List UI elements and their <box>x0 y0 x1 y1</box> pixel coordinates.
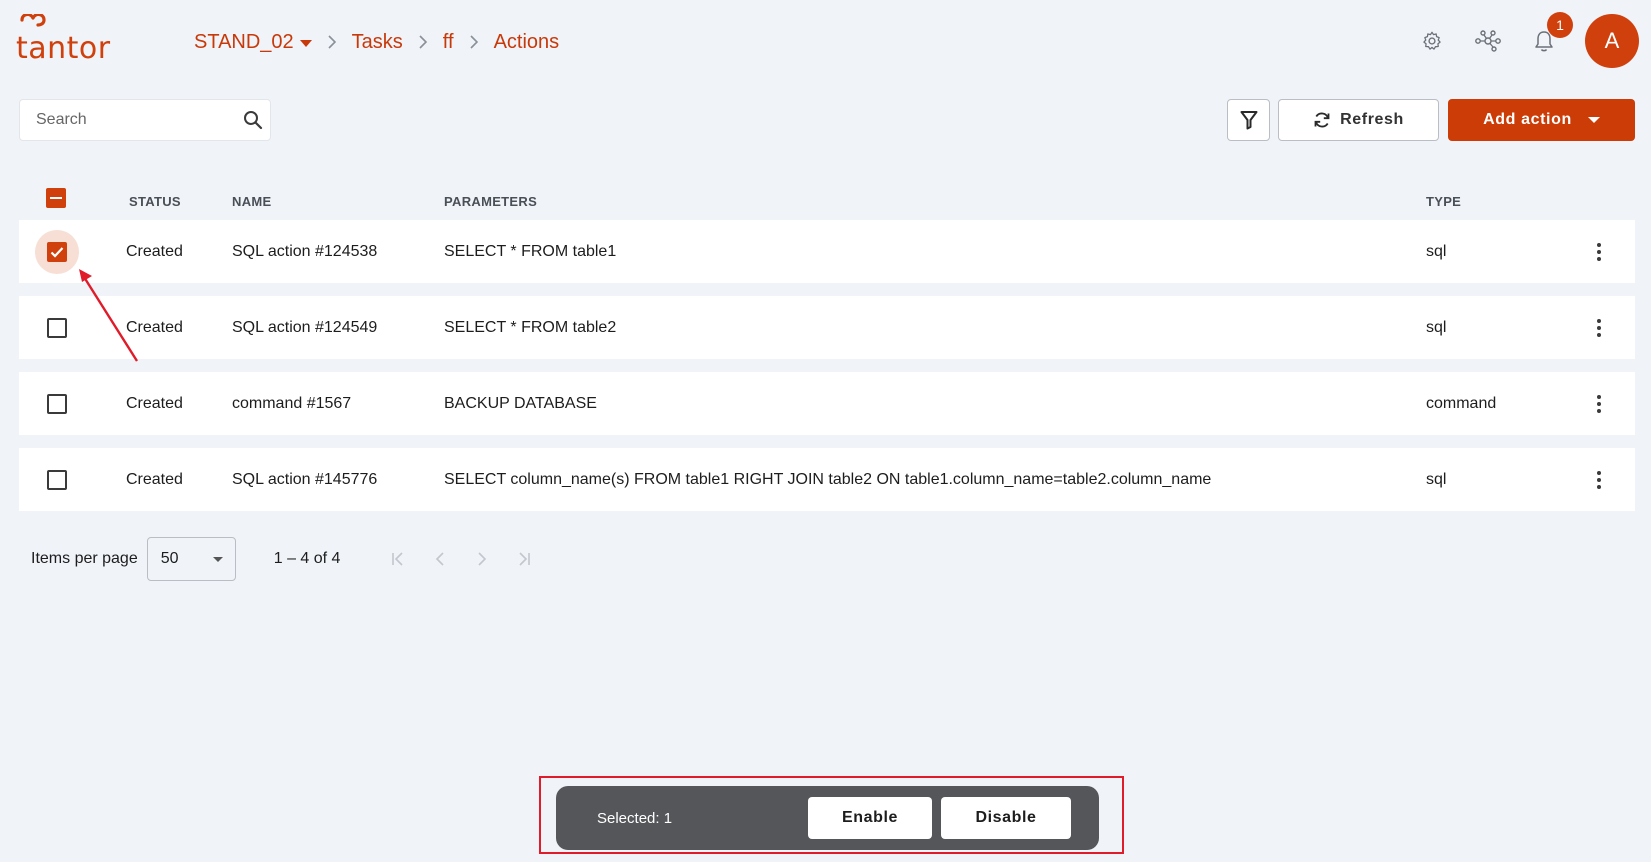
breadcrumb-tasks[interactable]: Tasks <box>352 31 403 54</box>
row-status: Created <box>126 242 183 260</box>
row-parameters: SELECT * FROM table2 <box>444 318 617 336</box>
row-checkbox[interactable] <box>47 241 67 262</box>
column-header-type[interactable]: TYPE <box>1426 194 1461 209</box>
row-name: SQL action #124538 <box>232 242 378 260</box>
caret-down-icon <box>299 39 312 47</box>
column-header-status[interactable]: STATUS <box>129 194 181 209</box>
caret-down-icon <box>1587 117 1600 123</box>
breadcrumb-actions[interactable]: Actions <box>494 31 560 54</box>
refresh-button[interactable]: Refresh <box>1278 99 1439 141</box>
network-icon[interactable] <box>1473 26 1503 56</box>
select-all-checkbox[interactable] <box>46 188 66 208</box>
next-page-icon[interactable] <box>472 549 492 569</box>
row-status: Created <box>126 394 183 412</box>
chevron-right-icon <box>418 35 428 49</box>
row-select-cell <box>47 296 67 359</box>
page-range-label: 1 – 4 of 4 <box>273 550 341 567</box>
breadcrumb-actions-label: Actions <box>493 30 560 53</box>
row-checkbox-halo <box>35 229 79 274</box>
row-select-cell <box>47 372 67 435</box>
filter-icon <box>1240 111 1257 130</box>
selected-count-label: Selected: 1 <box>597 809 673 827</box>
checkmark-icon <box>50 246 64 258</box>
row-name: SQL action #145776 <box>232 470 378 488</box>
row-select-cell <box>47 448 67 511</box>
add-action-button[interactable]: Add action <box>1448 99 1635 141</box>
breadcrumb: STAND_02 Tasks ff Actions <box>194 28 559 56</box>
row-parameters: BACKUP DATABASE <box>444 394 597 412</box>
search-box <box>19 99 271 141</box>
breadcrumb-stand-label: STAND_02 <box>194 30 294 53</box>
row-status: Created <box>126 318 183 336</box>
row-type: sql <box>1426 470 1447 488</box>
row-type: sql <box>1426 318 1447 336</box>
refresh-label: Refresh <box>1340 111 1404 128</box>
header-actions: 1 A <box>1391 12 1639 68</box>
enable-button[interactable]: Enable <box>808 797 932 839</box>
row-name: command #1567 <box>232 394 352 412</box>
paginator: Items per page 50 1 – 4 of 4 <box>31 537 534 581</box>
breadcrumb-ff[interactable]: ff <box>443 31 454 54</box>
row-type: sql <box>1426 242 1447 260</box>
row-type: command <box>1426 394 1497 412</box>
breadcrumb-stand[interactable]: STAND_02 <box>194 31 312 54</box>
chevron-right-icon <box>327 35 337 49</box>
table-row[interactable]: Created SQL action #124538 SELECT * FROM t… <box>19 220 1635 283</box>
more-vertical-icon[interactable] <box>1589 315 1609 341</box>
table-row[interactable]: Created SQL action #124549 SELECT * FROM t… <box>19 296 1635 359</box>
chevron-right-icon <box>469 35 479 49</box>
row-parameters: SELECT column_name(s) FROM table1 RIGHT … <box>444 470 1212 488</box>
refresh-icon <box>1314 112 1330 128</box>
search-input[interactable] <box>36 111 243 129</box>
table-row[interactable]: Created SQL action #145776 SELECT column_n… <box>19 448 1635 511</box>
row-menu <box>1589 372 1609 435</box>
filter-button[interactable] <box>1227 99 1270 141</box>
items-per-page-label: Items per page <box>31 550 138 567</box>
row-checkbox[interactable] <box>47 469 67 490</box>
app-header: tantor STAND_02 Tasks ff Actions 1 A <box>0 0 1651 84</box>
more-vertical-icon[interactable] <box>1589 391 1609 417</box>
notification-badge: 1 <box>1547 12 1573 38</box>
selection-action-bar: Selected: 1 Enable Disable <box>556 786 1099 850</box>
row-checkbox[interactable] <box>47 393 67 414</box>
tantor-logo-image: tantor <box>16 14 111 64</box>
breadcrumb-tasks-label: Tasks <box>351 30 403 53</box>
add-action-label: Add action <box>1483 111 1572 128</box>
gear-icon[interactable] <box>1417 26 1447 56</box>
last-page-icon[interactable] <box>514 549 534 569</box>
avatar[interactable]: A <box>1585 14 1639 68</box>
more-vertical-icon[interactable] <box>1589 467 1609 493</box>
page-size-value: 50 <box>160 550 179 567</box>
column-header-name[interactable]: NAME <box>232 194 271 209</box>
row-name: SQL action #124549 <box>232 318 378 336</box>
row-parameters: SELECT * FROM table1 <box>444 242 617 260</box>
table-row[interactable]: Created command #1567 BACKUP DATABASE comma… <box>19 372 1635 435</box>
row-status: Created <box>126 470 183 488</box>
first-page-icon[interactable] <box>388 549 408 569</box>
row-menu <box>1589 220 1609 283</box>
more-vertical-icon[interactable] <box>1589 239 1609 265</box>
column-header-parameters[interactable]: PARAMETERS <box>444 194 537 209</box>
search-icon[interactable] <box>243 108 263 132</box>
disable-button[interactable]: Disable <box>941 797 1071 839</box>
row-select-cell <box>35 220 79 283</box>
table-header: STATUS NAME PARAMETERS TYPE <box>19 180 1635 220</box>
breadcrumb-ff-label: ff <box>442 30 454 53</box>
tantor-logo[interactable]: tantor <box>16 14 132 64</box>
caret-down-icon <box>212 556 223 562</box>
previous-page-icon[interactable] <box>430 549 450 569</box>
actions-table: STATUS NAME PARAMETERS TYPE Created SQL a… <box>19 180 1635 511</box>
row-menu <box>1589 448 1609 511</box>
bell-icon[interactable]: 1 <box>1529 12 1573 56</box>
table-body: Created SQL action #124538 SELECT * FROM t… <box>19 220 1635 511</box>
svg-text:tantor: tantor <box>16 31 111 64</box>
page-size-select[interactable]: 50 <box>146 537 236 581</box>
row-menu <box>1589 296 1609 359</box>
row-checkbox[interactable] <box>47 317 67 338</box>
